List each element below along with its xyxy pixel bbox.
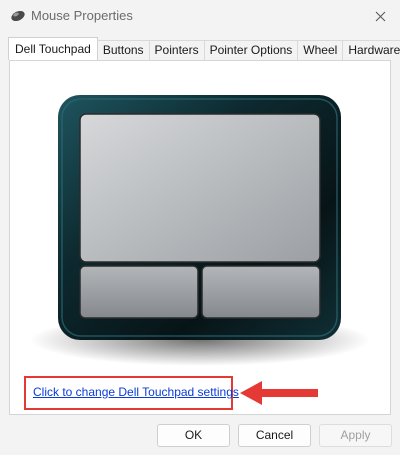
arrow-left-icon: [240, 381, 318, 405]
touchpad-settings-link[interactable]: Click to change Dell Touchpad settings: [33, 385, 239, 399]
ok-button[interactable]: OK: [157, 424, 230, 447]
tab-dell-touchpad[interactable]: Dell Touchpad: [8, 37, 98, 60]
apply-button[interactable]: Apply: [319, 424, 392, 447]
cancel-button[interactable]: Cancel: [238, 424, 311, 447]
